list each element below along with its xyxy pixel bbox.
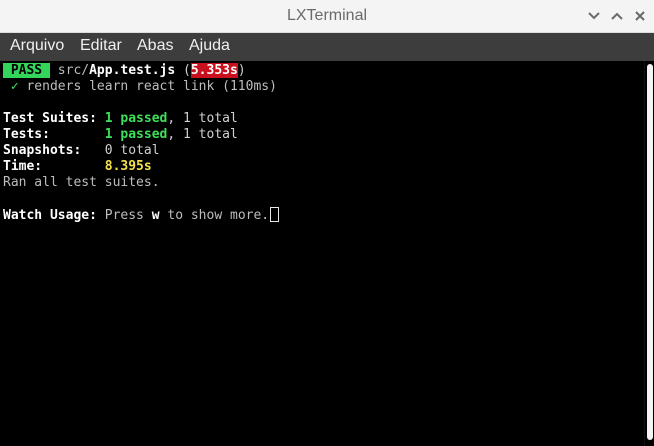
ran-all-suites-text: Ran all test suites. [3,175,160,190]
test-case-text: renders learn react link (110ms) [18,79,277,94]
menu-ajuda[interactable]: Ajuda [189,37,230,55]
pass-badge: PASS [3,63,50,78]
menu-bar: Arquivo Editar Abas Ajuda [0,33,654,61]
scrollbar-thumb[interactable] [647,64,653,440]
summary-tests-passed: 1 passed [49,127,168,142]
minimize-button[interactable] [584,6,604,26]
watch-usage-post: to show more. [159,208,270,223]
paren-open: ( [175,63,191,78]
slow-duration-badge: 5.353s [190,63,238,78]
menu-arquivo[interactable]: Arquivo [10,37,64,55]
summary-tests-total: , 1 total [167,127,238,142]
menu-abas[interactable]: Abas [137,37,173,55]
minimize-icon [588,12,600,20]
watch-usage-line: Watch Usage: Press w to show more. [3,207,280,223]
menu-editar[interactable]: Editar [80,37,122,55]
maximize-button[interactable] [607,6,627,26]
summary-tests: Tests: 1 passed, 1 total [3,127,238,143]
test-file-result-line: PASS src/App.test.js (5.353s) [3,63,246,79]
watch-usage-label: Watch Usage: [3,208,97,223]
title-bar[interactable]: LXTerminal [0,0,654,33]
summary-snapshots-label: Snapshots: [3,143,82,158]
watch-usage-press: Press [96,208,152,223]
close-icon [635,11,645,21]
summary-time: Time: 8.395s [3,159,152,175]
test-file-name: App.test.js [89,63,176,78]
paren-close: ) [237,63,246,78]
summary-snapshots-total: 0 total [81,143,160,158]
summary-time-value: 8.395s [42,159,152,174]
vertical-scrollbar[interactable] [644,61,654,446]
summary-suites-passed: 1 passed [96,111,168,126]
watch-usage-key: w [151,208,160,223]
check-icon: ✓ [3,79,19,94]
summary-suites: Test Suites: 1 passed, 1 total [3,111,238,127]
summary-snapshots: Snapshots: 0 total [3,143,160,159]
terminal-output[interactable]: PASS src/App.test.js (5.353s) ✓ renders … [0,61,644,446]
summary-suites-total: , 1 total [167,111,238,126]
maximize-icon [611,12,623,20]
text-cursor [270,207,280,222]
summary-tests-label: Tests: [3,127,50,142]
terminal-window: LXTerminal Arquivo Editar Abas Ajuda PAS… [0,0,654,446]
test-case-line: ✓ renders learn react link (110ms) [3,79,277,95]
test-file-path: src/ [49,63,90,78]
close-button[interactable] [630,6,650,26]
summary-suites-label: Test Suites: [3,111,97,126]
summary-time-label: Time: [3,159,43,174]
window-title: LXTerminal [286,7,368,24]
